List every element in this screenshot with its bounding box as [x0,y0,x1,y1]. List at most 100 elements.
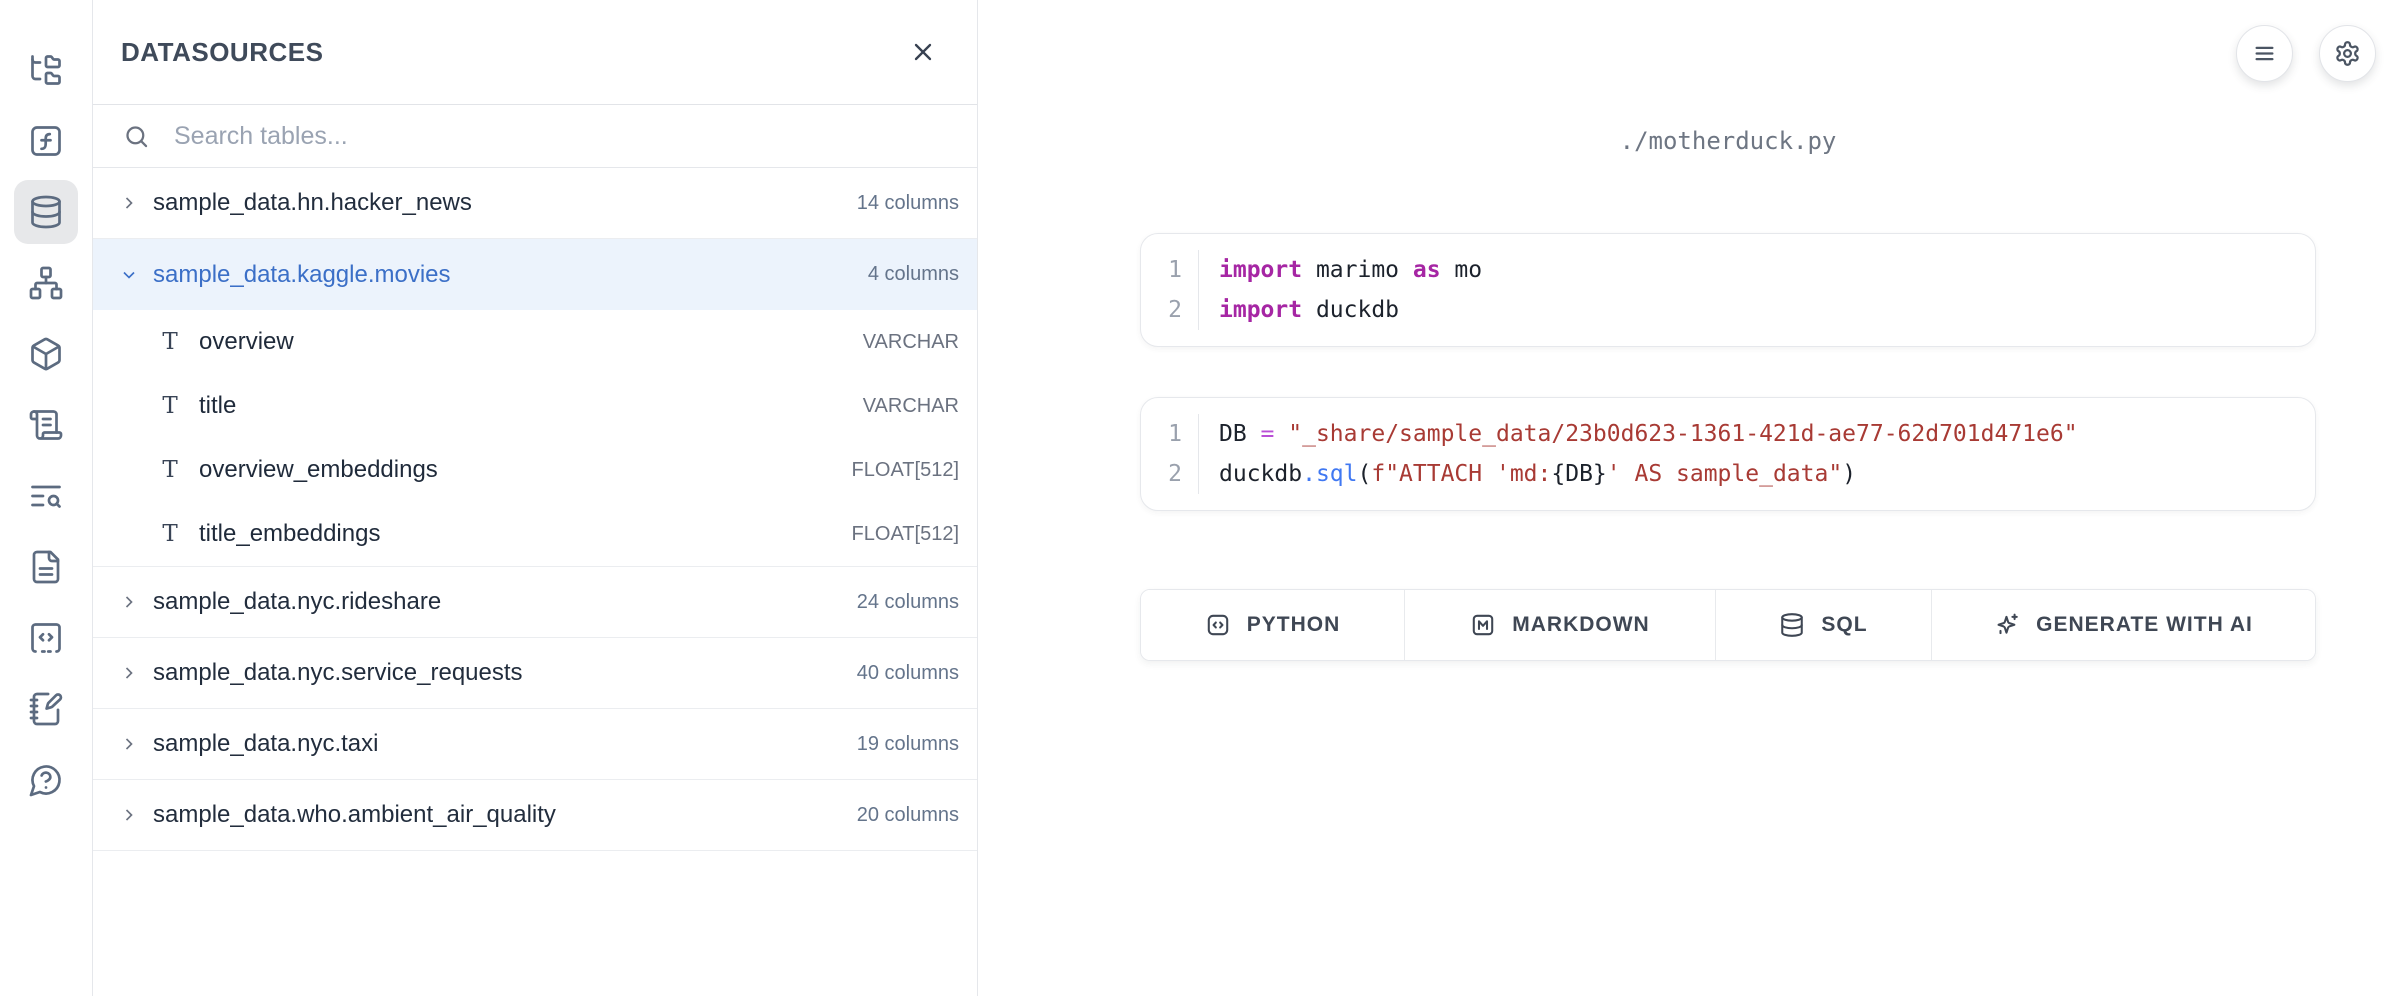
table-columns-count: 20 columns [857,804,959,827]
text-type-icon: T [161,393,179,419]
chevron-right-icon [119,734,139,754]
box-icon [28,336,64,372]
code-token: = [1261,421,1275,447]
code-square-icon [1205,612,1231,638]
datasources-panel-header: DATASOURCES [93,0,977,105]
add-markdown-cell-button[interactable]: MARKDOWN [1405,590,1716,660]
sidebar-item-dependencies[interactable] [14,251,78,315]
code-token: f"ATTACH 'md: [1371,461,1551,487]
column-row[interactable]: T title VARCHAR [93,374,977,438]
column-name: overview [199,328,843,356]
code-token [1274,421,1288,447]
line-number: 2 [1141,454,1199,494]
notebook-filename[interactable]: ./motherduck.py [1140,127,2316,155]
table-name: sample_data.nyc.rideshare [153,588,843,616]
sidebar-item-packages[interactable] [14,322,78,386]
table-columns-count: 24 columns [857,591,959,614]
markdown-icon [1470,612,1496,638]
column-row[interactable]: T overview_embeddings FLOAT[512] [93,438,977,502]
table-columns-count: 14 columns [857,192,959,215]
chevron-right-icon [119,193,139,213]
chat-question-icon [28,762,64,798]
search-tables-input[interactable] [174,122,957,151]
code-token: marimo [1302,257,1413,283]
generate-with-ai-button[interactable]: GENERATE WITH AI [1932,590,2315,660]
table-columns-count: 19 columns [857,733,959,756]
code-token: as [1413,257,1441,283]
add-cell-buttons: PYTHON MARKDOWN SQL GENERATE WITH AI [1140,589,2316,661]
table-row[interactable]: sample_data.who.ambient_air_quality 20 c… [93,780,977,851]
table-columns-count: 4 columns [868,263,959,286]
code-token: mo [1441,257,1483,283]
sidebar-item-snippets[interactable] [14,606,78,670]
chevron-down-icon [119,265,139,285]
text-type-icon: T [161,521,179,547]
code-cell[interactable]: 1 import marimo as mo 2 import duckdb [1140,233,2316,347]
table-row[interactable]: sample_data.nyc.service_requests 40 colu… [93,638,977,709]
code-token: { [1551,461,1565,487]
column-name: title_embeddings [199,520,832,548]
code-token: import [1219,297,1302,323]
code-token: ) [1842,461,1856,487]
add-sql-label: SQL [1821,613,1867,637]
code-token: ( [1357,461,1371,487]
table-row[interactable]: sample_data.nyc.rideshare 24 columns [93,567,977,638]
code-token: DB [1565,461,1593,487]
sidebar-item-outline[interactable] [14,464,78,528]
add-sql-cell-button[interactable]: SQL [1716,590,1932,660]
database-icon [1779,612,1805,638]
code-cell[interactable]: 1 DB = "_share/sample_data/23b0d623-1361… [1140,397,2316,511]
add-python-cell-button[interactable]: PYTHON [1141,590,1405,660]
column-name: title [199,392,843,420]
code-text: duckdb.sql(f"ATTACH 'md:{DB}' AS sample_… [1199,454,1856,494]
folder-tree-icon [28,52,64,88]
close-icon [909,38,937,66]
text-type-icon: T [161,457,179,483]
panel-title: DATASOURCES [121,37,323,68]
code-text: import marimo as mo [1199,250,1482,290]
sidebar-item-variables[interactable] [14,109,78,173]
column-type: FLOAT[512] [852,523,959,546]
column-type: VARCHAR [863,395,959,418]
notebook-pen-icon [28,691,64,727]
code-token: } [1593,461,1607,487]
activity-bar [0,0,92,996]
close-panel-button[interactable] [909,38,937,66]
column-type: VARCHAR [863,331,959,354]
column-row[interactable]: T title_embeddings FLOAT[512] [93,502,977,566]
table-search-row [93,105,977,168]
sidebar-item-help[interactable] [14,748,78,812]
code-token: "_share/sample_data/23b0d623-1361-421d-a… [1288,421,2077,447]
column-row[interactable]: T overview VARCHAR [93,310,977,374]
code-line: 2 duckdb.sql(f"ATTACH 'md:{DB}' AS sampl… [1141,454,2315,494]
sidebar-item-datasources[interactable] [14,180,78,244]
table-name: sample_data.nyc.service_requests [153,659,843,687]
column-name: overview_embeddings [199,456,832,484]
notebook-menu-button[interactable] [2236,25,2293,82]
table-name: sample_data.who.ambient_air_quality [153,801,843,829]
table-row[interactable]: sample_data.hn.hacker_news 14 columns [93,168,977,239]
sidebar-item-logs[interactable] [14,393,78,457]
gear-icon [2334,40,2361,67]
scroll-text-icon [28,407,64,443]
code-text: DB = "_share/sample_data/23b0d623-1361-4… [1199,414,2078,454]
chevron-right-icon [119,592,139,612]
code-text: import duckdb [1199,290,1399,330]
table-columns-group: T overview VARCHAR T title VARCHAR T ove… [93,310,977,567]
notebook-area: ./motherduck.py 1 import marimo as mo 2 … [978,0,2399,996]
sidebar-item-documentation[interactable] [14,535,78,599]
sidebar-item-scratchpad[interactable] [14,677,78,741]
table-name: sample_data.hn.hacker_news [153,189,843,217]
function-square-icon [28,123,64,159]
code-line: 1 import marimo as mo [1141,250,2315,290]
settings-button[interactable] [2319,25,2376,82]
table-columns-count: 40 columns [857,662,959,685]
sidebar-item-file-explorer[interactable] [14,38,78,102]
generate-with-ai-label: GENERATE WITH AI [2036,613,2253,637]
table-name: sample_data.kaggle.movies [153,261,854,289]
notebook-actions [2236,25,2376,82]
line-number: 2 [1141,290,1199,330]
text-search-icon [28,478,64,514]
table-row[interactable]: sample_data.nyc.taxi 19 columns [93,709,977,780]
table-row-selected[interactable]: sample_data.kaggle.movies 4 columns [93,239,977,310]
